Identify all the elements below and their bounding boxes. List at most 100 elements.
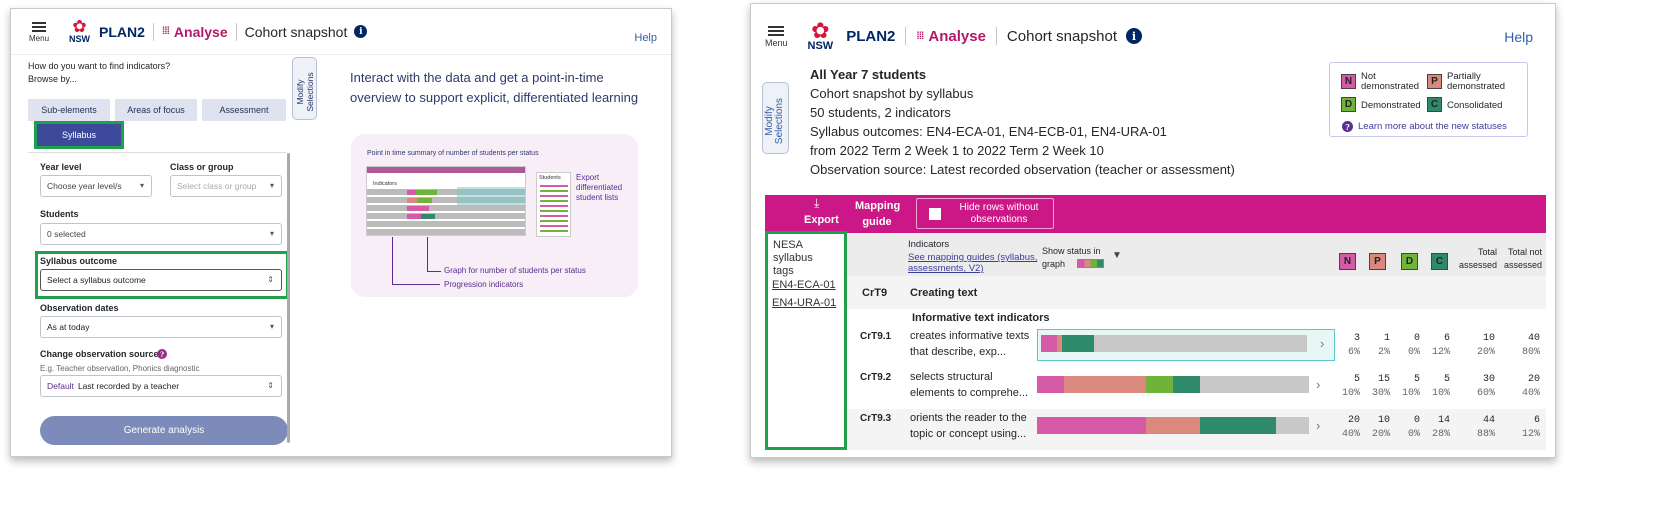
table-row[interactable]: CrT9.1 creates informative texts that de… xyxy=(765,327,1546,368)
tab-assessment[interactable]: Assessment xyxy=(202,99,286,121)
pct-p: 20% xyxy=(1371,429,1390,440)
export-button[interactable]: Export xyxy=(804,214,839,226)
status-n-badge: N xyxy=(1341,74,1356,89)
subgroup-title: Informative text indicators xyxy=(912,312,1050,324)
class-group-select[interactable]: Select class or group ▾ xyxy=(170,175,282,197)
bar-segment-n xyxy=(1041,335,1057,352)
count-d: 5 xyxy=(1413,374,1420,385)
count-c: 5 xyxy=(1443,374,1450,385)
right-window: Menu ✿ NSW PLAN2 ⁞⁞⁞ Analyse Cohort snaps… xyxy=(750,3,1556,458)
total-not-assessed-header: Total not assessed xyxy=(1503,247,1542,270)
status-d-badge: D xyxy=(1341,97,1356,112)
illustration-students-label: Students xyxy=(539,175,561,181)
intro-text: Interact with the data and get a point-i… xyxy=(350,70,639,105)
hamburger-icon xyxy=(768,29,785,32)
menu-button[interactable]: Menu xyxy=(765,25,788,48)
info-icon[interactable]: i xyxy=(1126,28,1142,44)
help-link[interactable]: Help xyxy=(634,32,657,44)
total-not-assessed: 40 xyxy=(1527,333,1540,344)
top-bar: Menu ✿ NSW PLAN2 ⁞⁞⁞ Analyse Cohort snaps… xyxy=(751,4,1555,68)
table-row[interactable]: CrT9.3 orients the reader to the topic o… xyxy=(765,409,1546,450)
status-bar[interactable] xyxy=(1037,376,1309,393)
status-n-badge: N xyxy=(1339,253,1356,270)
modify-line: Modify xyxy=(295,79,305,105)
illustration-connector xyxy=(392,284,440,285)
students-value: 0 selected xyxy=(47,229,86,239)
page-title: Cohort snapshot xyxy=(1006,27,1117,45)
bar-segment-c xyxy=(1200,417,1277,434)
mapping-guides-link[interactable]: See mapping guides (syllabus, assessment… xyxy=(908,252,1038,274)
chevron-right-icon[interactable]: › xyxy=(1316,418,1320,433)
group-title: Creating text xyxy=(910,287,978,299)
selections-line: Selections xyxy=(774,97,785,145)
pct-d: 0% xyxy=(1407,347,1420,358)
group-row: CrT9 Creating text xyxy=(765,276,1546,309)
obs-source-label: Change observation source xyxy=(40,349,159,359)
tab-areas-of-focus[interactable]: Areas of focus xyxy=(115,99,197,121)
status-bar[interactable] xyxy=(1037,417,1309,434)
legend-label: Not demonstrated xyxy=(1361,71,1420,92)
syllabus-outcome-highlight xyxy=(35,251,289,299)
analyse-label: ⁞⁞⁞ Analyse xyxy=(162,24,228,40)
bar-segment-n xyxy=(1037,417,1146,434)
status-d-badge: D xyxy=(1401,253,1418,270)
count-p: 1 xyxy=(1383,333,1390,344)
divider xyxy=(905,27,907,45)
indicator-code: CrT9.1 xyxy=(860,331,892,342)
table-row[interactable]: CrT9.2 selects structural elements to co… xyxy=(765,368,1546,409)
tab-sub-elements[interactable]: Sub-elements xyxy=(28,99,110,121)
indicator-code: CrT9.3 xyxy=(860,413,892,424)
generate-analysis-button[interactable]: Generate analysis xyxy=(40,416,288,445)
subgroup-row: Informative text indicators xyxy=(765,309,1546,327)
count-d: 0 xyxy=(1413,333,1420,344)
illustration-bar xyxy=(407,214,435,219)
chevron-right-icon[interactable]: › xyxy=(1320,336,1324,351)
bar-segment-d xyxy=(1145,376,1173,393)
chevron-down-icon[interactable]: ▼ xyxy=(1112,250,1122,261)
status-p-badge: P xyxy=(1369,253,1386,270)
help-icon[interactable]: ? xyxy=(157,349,167,359)
scrollbar[interactable] xyxy=(287,153,290,443)
help-icon[interactable]: ? xyxy=(1342,121,1353,132)
illustration-bar xyxy=(407,206,429,211)
nsw-logo: ✿ NSW xyxy=(69,18,90,44)
chevron-right-icon[interactable]: › xyxy=(1316,377,1320,392)
observation-dates-label: Observation dates xyxy=(40,303,119,313)
illustration-export-note: Export differentiated student lists xyxy=(576,173,623,202)
menu-label: Menu xyxy=(765,37,788,48)
help-link[interactable]: Help xyxy=(1504,29,1533,45)
obs-source-select[interactable]: Default Last recorded by a teacher ⇕ xyxy=(40,375,282,397)
status-bar[interactable] xyxy=(1041,335,1307,352)
pct-p: 30% xyxy=(1371,388,1390,399)
top-bar: Menu ✿ NSW PLAN2 ⁞⁞⁞ Analyse Cohort snaps… xyxy=(11,9,671,55)
info-icon[interactable]: i xyxy=(354,25,368,38)
checkbox[interactable] xyxy=(929,208,941,220)
illustration-bar xyxy=(407,198,432,203)
bar-segment-not-assessed xyxy=(1200,376,1309,393)
download-icon: ⤓ xyxy=(814,196,820,210)
cohort-title: All Year 7 students xyxy=(810,67,927,82)
modify-selections-tab[interactable]: Modify Selections xyxy=(292,57,317,120)
modify-selections-tab[interactable]: Modify Selections xyxy=(762,82,789,154)
observation-dates-select[interactable]: As at today ▾ xyxy=(40,316,282,338)
nsw-logo-text: NSW xyxy=(807,40,834,52)
year-level-select[interactable]: Choose year level/s ▾ xyxy=(40,175,152,197)
total-assessed-pct: 60% xyxy=(1476,388,1495,399)
year-level-value: Choose year level/s xyxy=(47,181,122,191)
modify-selections-label: Modify Selections xyxy=(295,60,315,124)
nesa-tags-highlight xyxy=(765,231,847,450)
obs-source-hint: E.g. Teacher observation, Phonics diagno… xyxy=(40,364,200,373)
status-mini-icon xyxy=(1077,259,1104,268)
count-n: 5 xyxy=(1353,374,1360,385)
chevron-down-icon: ▾ xyxy=(269,181,274,190)
learn-more-link[interactable]: Learn more about the new statuses xyxy=(1358,122,1507,132)
count-p: 15 xyxy=(1377,374,1390,385)
updown-icon: ⇕ xyxy=(267,381,274,390)
illustration-students-box: Students xyxy=(536,172,571,237)
hide-rows-toggle[interactable]: Hide rows without observations xyxy=(916,198,1054,229)
students-select[interactable]: 0 selected ▾ xyxy=(40,223,282,245)
mapping-guide-button[interactable]: Mapping guide xyxy=(855,198,900,230)
pct-n: 6% xyxy=(1347,347,1360,358)
total-assessed: 44 xyxy=(1482,415,1495,426)
menu-button[interactable]: Menu xyxy=(29,21,49,43)
